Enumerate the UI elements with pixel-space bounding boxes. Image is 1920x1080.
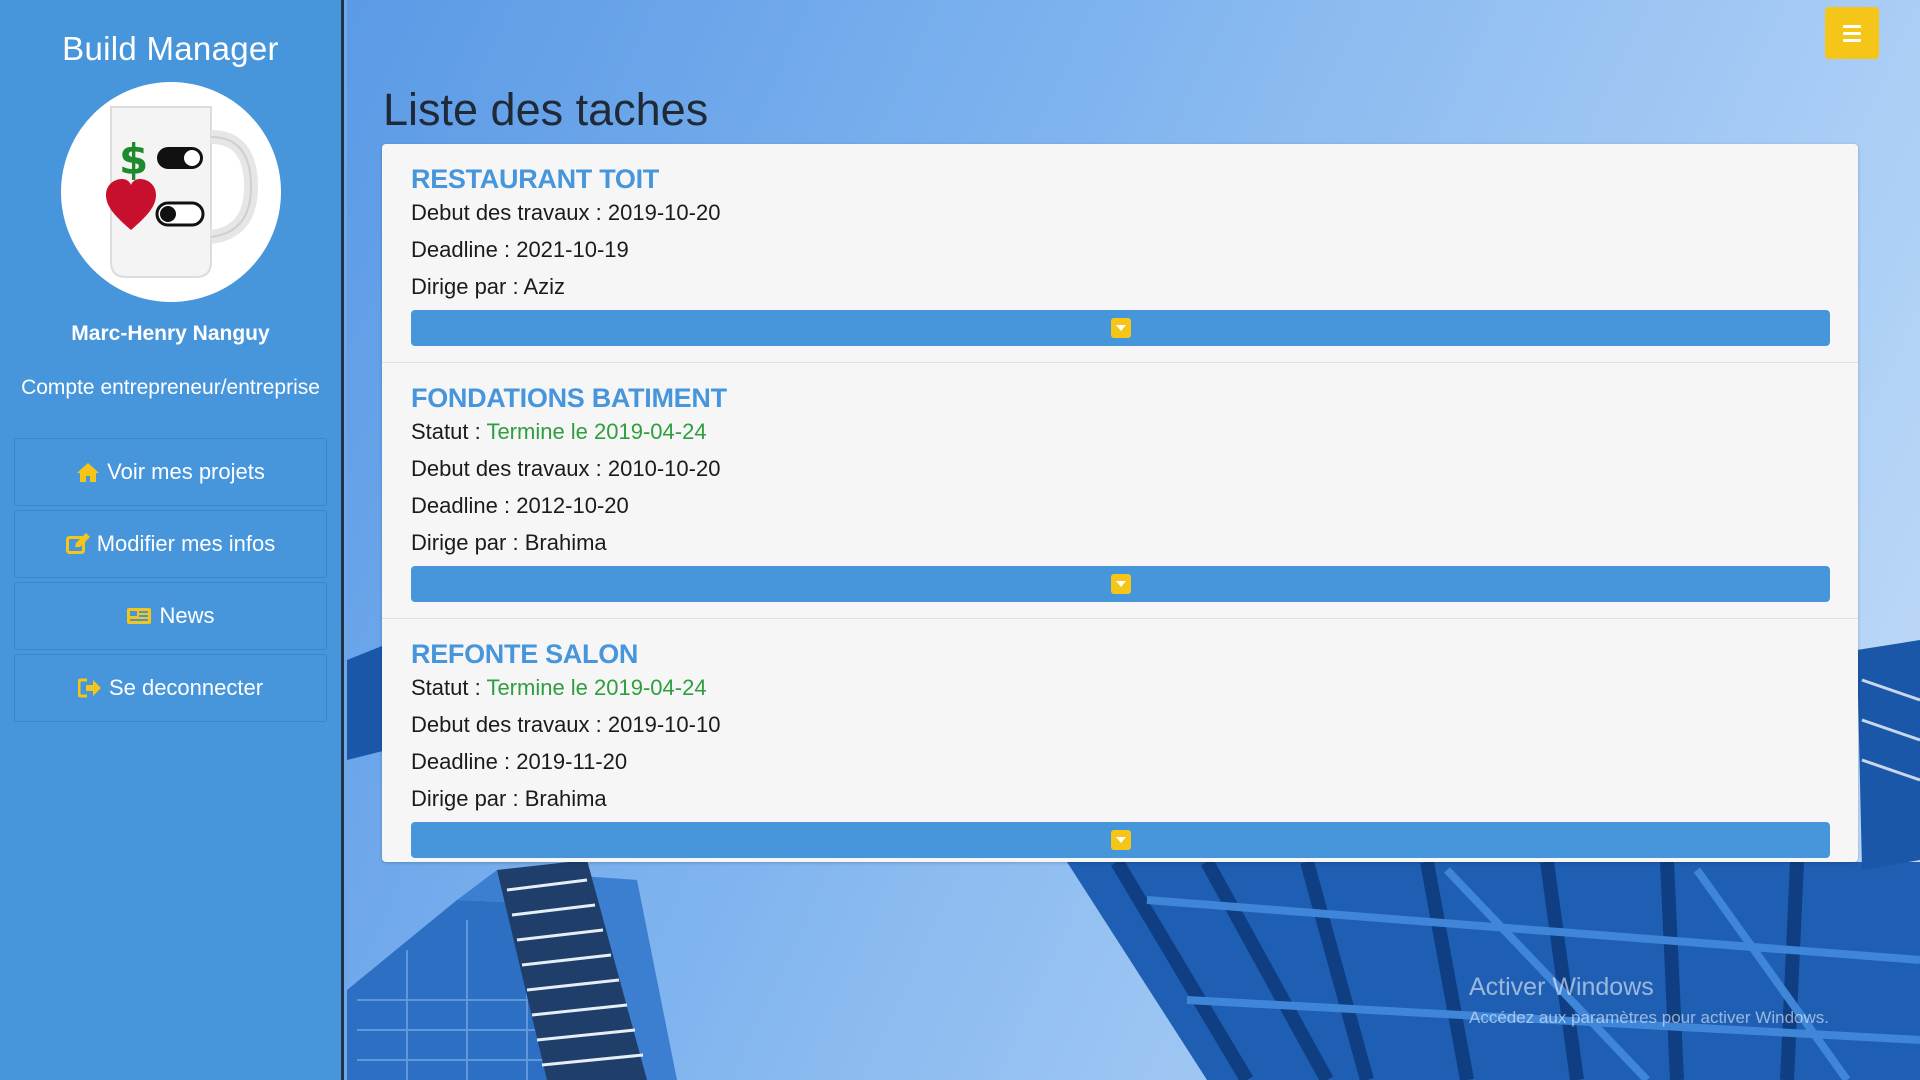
app-title: Build Manager [62,30,279,67]
sidebar-item-label: Se deconnecter [108,675,264,700]
task-card: FONDATIONS BATIMENT Statut : Termine le … [382,363,1858,619]
edit-icon [65,533,90,555]
task-start: Debut des travaux : 2010-10-20 [411,456,721,481]
expand-task-button[interactable] [411,822,1830,858]
sidebar-menu: Voir mes projets Modifier mes infos News… [14,438,327,722]
mug-icon: $ [105,106,258,278]
sidebar-item-modifier-mes-infos[interactable]: Modifier mes infos [14,510,327,578]
task-title[interactable]: FONDATIONS BATIMENT [411,383,1830,413]
caret-down-icon [1110,318,1131,338]
user-name: Marc-Henry Nanguy [71,322,270,345]
task-card: REFONTE SALON Statut : Termine le 2019-0… [382,619,1858,858]
svg-text:$: $ [119,135,148,184]
task-status: Statut : Termine le 2019-04-24 [411,675,707,700]
expand-task-button[interactable] [411,566,1830,602]
watermark-title: Activer Windows [1469,973,1654,1001]
windows-activation-watermark: Activer Windows Accédez aux paramètres p… [1469,973,1829,1028]
sidebar-item-voir-mes-projets[interactable]: Voir mes projets [14,438,327,506]
task-title[interactable]: REFONTE SALON [411,639,1830,669]
caret-down-icon [1110,830,1131,850]
task-list: RESTAURANT TOIT Debut des travaux : 2019… [382,144,1858,862]
sidebar-item-label: Modifier mes infos [96,531,276,556]
task-lead: Dirige par : Brahima [411,530,607,555]
sign-out-icon [77,678,102,698]
status-text: Termine le 2019-04-24 [486,675,707,700]
sidebar-item-se-deconnecter[interactable]: Se deconnecter [14,654,327,722]
account-type: Compte entrepreneur/entreprise [21,376,320,399]
task-lead: Dirige par : Brahima [411,786,607,811]
expand-task-button[interactable] [411,310,1830,346]
home-icon [76,461,100,483]
sidebar: Build Manager $ Marc-Henry Nanguy Compte… [0,0,344,1080]
menu-toggle-button[interactable] [1825,7,1879,59]
task-status: Statut : Termine le 2019-04-24 [411,419,707,444]
sidebar-item-news[interactable]: News [14,582,327,650]
task-lead: Dirige par : Aziz [411,274,566,299]
caret-down-icon [1110,574,1131,594]
sidebar-item-label: News [159,603,215,628]
page-title: Liste des taches [383,84,709,135]
hamburger-icon [1843,24,1861,28]
task-deadline: Deadline : 2021-10-19 [411,237,629,262]
sidebar-item-label: Voir mes projets [107,459,265,484]
task-deadline: Deadline : 2019-11-20 [411,749,628,774]
newspaper-icon [126,606,152,626]
task-start: Debut des travaux : 2019-10-20 [411,200,721,225]
task-deadline: Deadline : 2012-10-20 [411,493,629,518]
task-title[interactable]: RESTAURANT TOIT [411,164,1830,194]
task-card: RESTAURANT TOIT Debut des travaux : 2019… [382,144,1858,363]
status-text: Termine le 2019-04-24 [486,419,707,444]
avatar: $ [60,82,281,302]
task-start: Debut des travaux : 2019-10-10 [411,712,721,737]
watermark-subtitle: Accédez aux paramètres pour activer Wind… [1469,1008,1829,1027]
